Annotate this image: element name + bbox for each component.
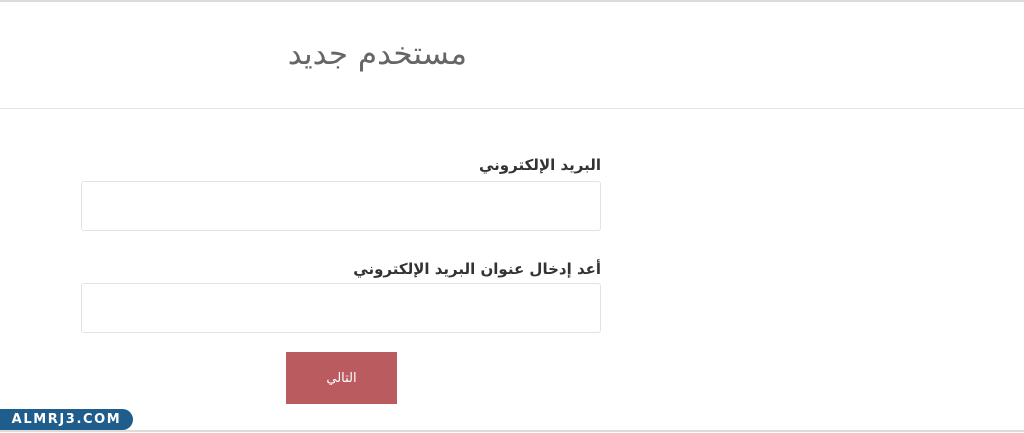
confirm-email-input[interactable]: [81, 283, 601, 333]
site-watermark-logo: ALMRJ3.COM: [0, 409, 133, 430]
email-input[interactable]: [81, 181, 601, 231]
page-title: مستخدم جديد: [287, 36, 467, 72]
confirm-email-label: أعد إدخال عنوان البريد الإلكتروني: [353, 260, 601, 278]
email-label: البريد الإلكتروني: [479, 156, 601, 174]
page-header: مستخدم جديد: [0, 2, 1024, 109]
bottom-divider: [0, 430, 1024, 432]
next-button[interactable]: التالي: [286, 352, 397, 404]
